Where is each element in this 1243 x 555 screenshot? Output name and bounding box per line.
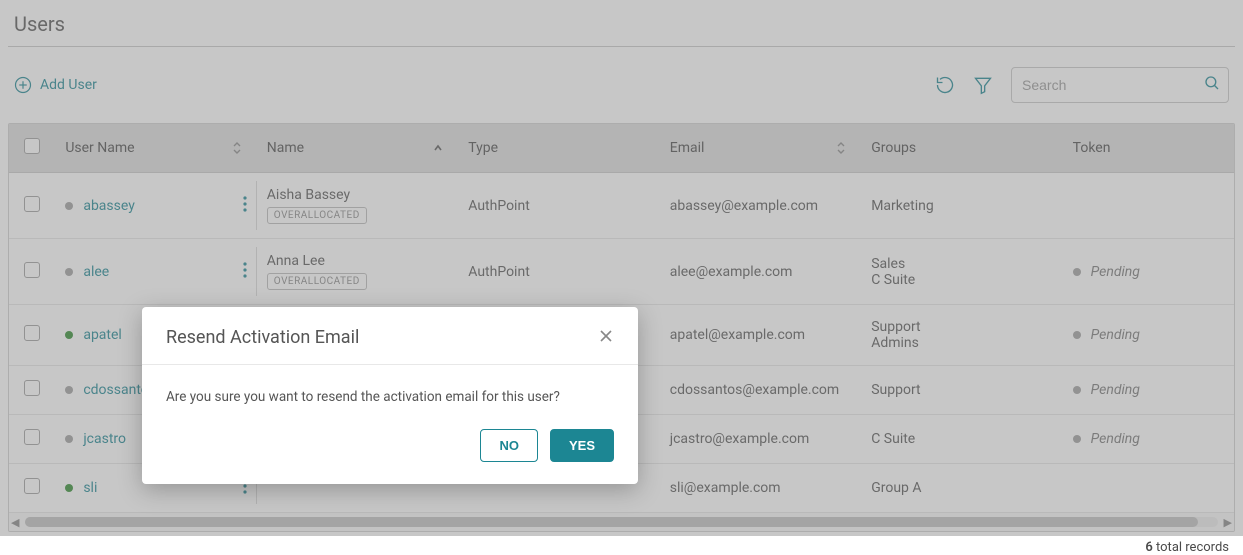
total-label: total records — [1153, 540, 1229, 555]
modal-yes-button[interactable]: YES — [550, 429, 614, 462]
resend-activation-modal: Resend Activation Email Are you sure you… — [142, 307, 638, 484]
modal-title: Resend Activation Email — [166, 327, 359, 348]
modal-close-button[interactable] — [598, 328, 614, 348]
modal-overlay[interactable]: Resend Activation Email Are you sure you… — [0, 0, 1243, 536]
modal-no-button[interactable]: NO — [480, 429, 538, 462]
close-icon — [598, 328, 614, 344]
modal-body: Are you sure you want to resend the acti… — [142, 365, 638, 429]
total-count: 6 — [1145, 540, 1152, 555]
